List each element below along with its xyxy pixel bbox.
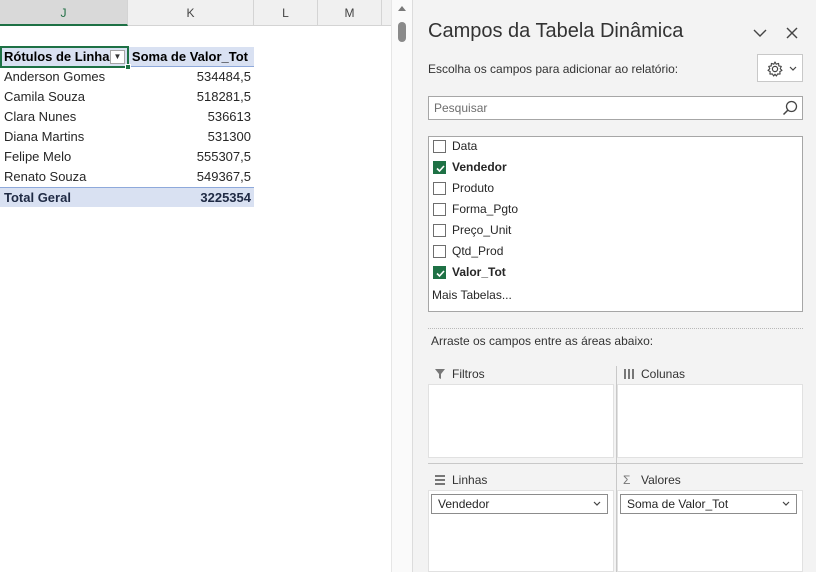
- chevron-down-icon: [789, 66, 797, 71]
- filters-area-header: Filtros: [428, 364, 614, 384]
- pivot-row-value: 549367,5: [196, 169, 251, 184]
- pivot-values-header[interactable]: Soma de Valor_Tot: [132, 47, 248, 67]
- values-area-label: Valores: [641, 473, 681, 487]
- rows-area-label: Linhas: [452, 473, 488, 487]
- rows-area-header: Linhas: [428, 470, 614, 490]
- field-checkbox-checked[interactable]: [433, 161, 446, 174]
- column-header-k[interactable]: K: [128, 0, 254, 26]
- sigma-icon: Σ: [623, 473, 631, 487]
- field-name: Produto: [452, 181, 495, 195]
- search-icon[interactable]: [782, 100, 798, 116]
- pivot-row[interactable]: Anderson Gomes 534484,5: [0, 67, 254, 87]
- columns-drop-zone[interactable]: [617, 384, 803, 458]
- close-icon[interactable]: [783, 24, 801, 42]
- filters-drop-zone[interactable]: [428, 384, 614, 458]
- scrollbar-thumb[interactable]: [398, 22, 406, 42]
- pane-options-chevron-icon[interactable]: [751, 24, 769, 42]
- pivot-row-labels-header[interactable]: Rótulos de Linha: [4, 47, 109, 67]
- pill-label: Soma de Valor_Tot: [627, 497, 729, 511]
- field-item-produto[interactable]: Produto: [433, 179, 733, 197]
- field-search-box[interactable]: [428, 96, 803, 120]
- pivot-row-label: Felipe Melo: [4, 149, 72, 164]
- pivot-total-label: Total Geral: [4, 190, 71, 205]
- field-checkbox[interactable]: [433, 182, 446, 195]
- values-drop-zone[interactable]: Soma de Valor_Tot: [617, 490, 803, 572]
- vertical-scrollbar[interactable]: [391, 0, 412, 572]
- field-item-forma-pgto[interactable]: Forma_Pgto: [433, 200, 733, 218]
- pivot-row[interactable]: Renato Souza 549367,5: [0, 167, 254, 187]
- pill-label: Vendedor: [438, 497, 490, 511]
- field-name: Qtd_Prod: [452, 244, 504, 258]
- field-name: Valor_Tot: [452, 265, 506, 279]
- filters-area-label: Filtros: [452, 367, 485, 381]
- pivot-row-label: Renato Souza: [4, 169, 87, 184]
- search-input[interactable]: [429, 97, 779, 119]
- pivot-row-value: 555307,5: [196, 149, 251, 164]
- column-headers: J K L M: [0, 0, 391, 26]
- drag-hint-text: Arraste os campos entre as áreas abaixo:: [431, 334, 654, 348]
- column-header-m[interactable]: M: [318, 0, 382, 26]
- field-settings-button[interactable]: [757, 54, 803, 82]
- pivot-row-label: Diana Martins: [4, 129, 85, 144]
- column-header-j[interactable]: J: [0, 0, 128, 26]
- field-checkbox[interactable]: [433, 140, 446, 153]
- filter-dropdown-icon[interactable]: ▼: [110, 50, 125, 64]
- pivot-row-value: 518281,5: [196, 89, 251, 104]
- pivot-row[interactable]: Camila Souza 518281,5: [0, 87, 254, 107]
- field-list: Data Vendedor Produto Forma_Pgto Preço_U…: [428, 136, 803, 312]
- filter-icon: [435, 369, 445, 379]
- pivot-row-value: 536613: [207, 109, 251, 124]
- field-name: Preço_Unit: [452, 223, 512, 237]
- pane-subtitle: Escolha os campos para adicionar ao rela…: [428, 62, 679, 76]
- pane-title: Campos da Tabela Dinâmica: [428, 20, 684, 42]
- pivot-fields-pane: Campos da Tabela Dinâmica Escolha os cam…: [412, 0, 816, 572]
- field-checkbox[interactable]: [433, 224, 446, 237]
- rows-drop-zone[interactable]: Vendedor: [428, 490, 614, 572]
- field-checkbox[interactable]: [433, 245, 446, 258]
- pivot-row[interactable]: Felipe Melo 555307,5: [0, 147, 254, 167]
- field-item-preco-unit[interactable]: Preço_Unit: [433, 221, 733, 239]
- rows-field-vendedor[interactable]: Vendedor: [431, 494, 608, 514]
- pivot-row-label: Camila Souza: [4, 89, 85, 104]
- field-item-data[interactable]: Data: [433, 137, 733, 155]
- pivot-row-value: 534484,5: [196, 69, 251, 84]
- columns-area-header: Colunas: [617, 364, 803, 384]
- section-divider: [428, 328, 803, 329]
- pivot-row[interactable]: Clara Nunes 536613: [0, 107, 254, 127]
- checkmark-icon: [436, 270, 445, 278]
- spreadsheet-grid[interactable]: J K L M Rótulos de Linha ▼ Soma de Valor…: [0, 0, 391, 572]
- pivot-total-value: 3225354: [200, 190, 251, 205]
- pivot-row-value: 531300: [207, 129, 251, 144]
- field-name: Data: [452, 139, 478, 153]
- pivot-header-row: Rótulos de Linha ▼ Soma de Valor_Tot: [0, 46, 254, 70]
- pivot-total-row[interactable]: Total Geral 3225354: [0, 187, 254, 207]
- column-header-l[interactable]: L: [254, 0, 318, 26]
- field-checkbox-checked[interactable]: [433, 266, 446, 279]
- field-item-valor-tot[interactable]: Valor_Tot: [433, 263, 733, 281]
- columns-icon: [624, 369, 634, 379]
- field-item-qtd-prod[interactable]: Qtd_Prod: [433, 242, 733, 260]
- field-checkbox[interactable]: [433, 203, 446, 216]
- chevron-down-icon[interactable]: [781, 496, 791, 512]
- checkmark-icon: [436, 165, 445, 173]
- scroll-up-arrow-icon[interactable]: [398, 6, 406, 11]
- columns-area-label: Colunas: [641, 367, 686, 381]
- pivot-row-label: Clara Nunes: [4, 109, 77, 124]
- field-name: Vendedor: [452, 160, 507, 174]
- values-field-soma-valor-tot[interactable]: Soma de Valor_Tot: [620, 494, 797, 514]
- more-tables-link[interactable]: Mais Tabelas...: [432, 288, 512, 302]
- field-item-vendedor[interactable]: Vendedor: [433, 158, 733, 176]
- areas-horizontal-separator: [428, 463, 803, 464]
- gear-icon: [767, 61, 783, 77]
- rows-icon: [435, 475, 445, 485]
- values-area-header: Σ Valores: [617, 470, 803, 490]
- pivot-row-label: Anderson Gomes: [4, 69, 106, 84]
- field-name: Forma_Pgto: [452, 202, 519, 216]
- pivot-row[interactable]: Diana Martins 531300: [0, 127, 254, 147]
- chevron-down-icon[interactable]: [592, 496, 602, 512]
